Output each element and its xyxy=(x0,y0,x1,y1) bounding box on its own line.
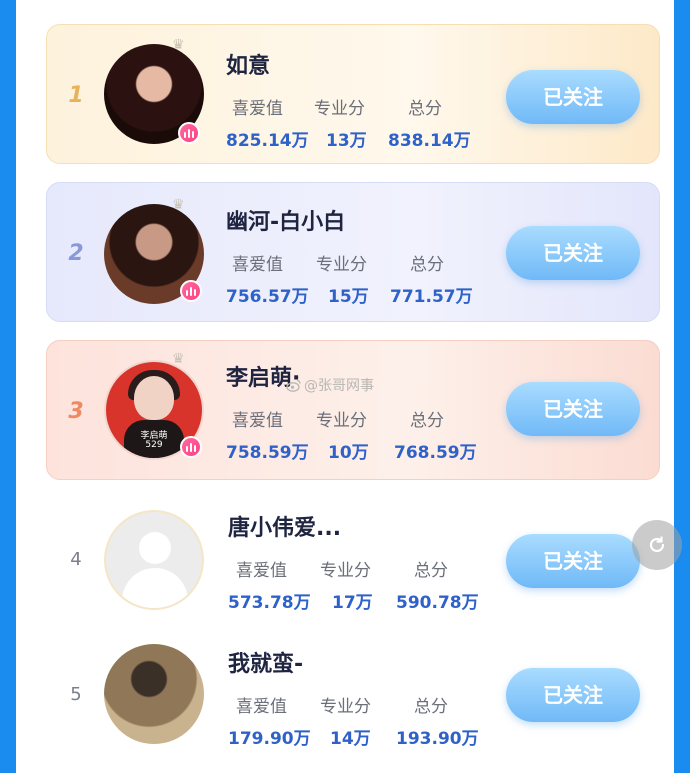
watermark-text: @张哥网事 xyxy=(304,378,374,394)
user-name[interactable]: 如意 xyxy=(226,48,270,80)
avatar[interactable] xyxy=(104,510,204,610)
stat-label: 喜爱值 xyxy=(232,99,283,119)
chart-badge-icon xyxy=(180,436,202,458)
stat-label: 总分 xyxy=(408,99,442,119)
default-avatar-head xyxy=(139,532,171,564)
follow-button[interactable]: 已关注 xyxy=(506,70,640,124)
stat-value: 825.14万 xyxy=(226,131,309,151)
stat-value: 13万 xyxy=(326,131,367,151)
avatar-caption: 李启萌 529 xyxy=(140,431,168,450)
chart-badge-icon xyxy=(180,280,202,302)
stat-value: 14万 xyxy=(330,729,371,749)
stat-value: 768.59万 xyxy=(394,443,477,463)
stat-label: 专业分 xyxy=(316,411,367,431)
follow-button[interactable]: 已关注 xyxy=(506,382,640,436)
stat-value: 179.90万 xyxy=(228,729,311,749)
crown-icon: ♛ xyxy=(172,37,185,53)
stat-label: 专业分 xyxy=(314,99,365,119)
weibo-icon xyxy=(286,379,301,392)
stat-value: 590.78万 xyxy=(396,593,479,613)
stat-label: 专业分 xyxy=(316,255,367,275)
stat-label: 专业分 xyxy=(320,697,371,717)
rank-number: 2 xyxy=(68,241,84,266)
stat-label: 喜爱值 xyxy=(232,411,283,431)
refresh-icon[interactable] xyxy=(632,520,682,570)
rank-number: 4 xyxy=(70,549,82,570)
stat-label: 喜爱值 xyxy=(236,561,287,581)
stat-value: 193.90万 xyxy=(396,729,479,749)
stat-value: 771.57万 xyxy=(390,287,473,307)
watermark: @张哥网事 xyxy=(286,375,374,395)
rank-number: 1 xyxy=(68,83,84,108)
default-avatar-body xyxy=(122,568,188,608)
stat-label: 专业分 xyxy=(320,561,371,581)
stat-value: 758.59万 xyxy=(226,443,309,463)
stat-label: 总分 xyxy=(414,561,448,581)
rank-number: 5 xyxy=(70,684,82,705)
stat-label: 喜爱值 xyxy=(232,255,283,275)
follow-button[interactable]: 已关注 xyxy=(506,226,640,280)
avatar-face xyxy=(134,376,174,420)
stat-value: 573.78万 xyxy=(228,593,311,613)
follow-button[interactable]: 已关注 xyxy=(506,668,640,722)
stat-value: 17万 xyxy=(332,593,373,613)
follow-button[interactable]: 已关注 xyxy=(506,534,640,588)
stat-label: 总分 xyxy=(410,411,444,431)
stat-value: 838.14万 xyxy=(388,131,471,151)
chart-badge-icon xyxy=(178,122,200,144)
stat-value: 756.57万 xyxy=(226,287,309,307)
refresh-glyph xyxy=(649,536,665,553)
crown-icon: ♛ xyxy=(172,351,185,367)
user-name[interactable]: 唐小伟爱... xyxy=(228,510,341,542)
user-name[interactable]: 我就蛮- xyxy=(228,646,303,678)
crown-icon: ♛ xyxy=(172,197,185,213)
user-name[interactable]: 幽河-白小白 xyxy=(226,204,345,236)
stat-label: 喜爱值 xyxy=(236,697,287,717)
stat-label: 总分 xyxy=(414,697,448,717)
stat-value: 15万 xyxy=(328,287,369,307)
stat-label: 总分 xyxy=(410,255,444,275)
avatar[interactable] xyxy=(104,644,204,744)
rank-number: 3 xyxy=(68,399,84,424)
stat-value: 10万 xyxy=(328,443,369,463)
